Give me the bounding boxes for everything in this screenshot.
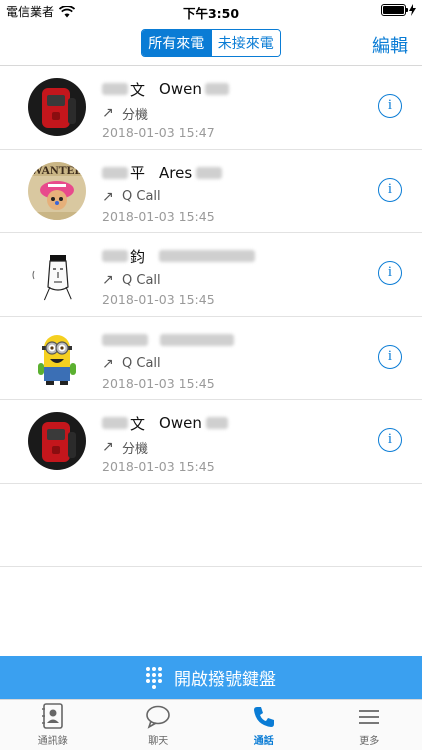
call-row[interactable]: 文 Owen ↗ 分機 2018-01-03 15:45 i xyxy=(0,400,422,484)
charging-icon xyxy=(409,4,416,16)
tab-label: 通訊錄 xyxy=(37,736,68,747)
call-timestamp: 2018-01-03 15:47 xyxy=(102,125,215,140)
redacted-text xyxy=(102,166,128,179)
info-icon[interactable]: i xyxy=(378,177,402,202)
avatar xyxy=(28,328,86,387)
call-row[interactable]: 文 Owen ↗ 分機 2018-01-03 15:47 i xyxy=(0,66,422,150)
red-phone-avatar-icon xyxy=(28,78,86,136)
tab-chat[interactable]: 聊天 xyxy=(106,700,212,750)
tab-label: 通話 xyxy=(253,736,274,747)
call-type-label: Q Call xyxy=(122,356,161,371)
outgoing-arrow-icon: ↗ xyxy=(102,439,114,455)
contact-name xyxy=(102,328,362,352)
phone-icon xyxy=(253,707,274,727)
info-icon[interactable]: i xyxy=(378,428,402,452)
contacts-icon xyxy=(41,703,63,729)
info-icon[interactable]: i xyxy=(378,261,402,285)
wanted-poster-avatar-icon: WANTED xyxy=(28,161,86,220)
redacted-text xyxy=(102,417,128,429)
call-type: ↗ Q Call xyxy=(102,269,362,291)
call-timestamp: 2018-01-03 15:45 xyxy=(102,459,215,474)
call-type: ↗ 分機 xyxy=(102,436,362,458)
call-timestamp: 2018-01-03 15:45 xyxy=(102,208,215,224)
call-type-label: Q Call xyxy=(122,272,161,288)
info-icon[interactable]: i xyxy=(378,344,402,369)
red-phone-avatar-icon xyxy=(28,412,86,470)
contact-name-english: Owen xyxy=(159,414,202,432)
avatar xyxy=(28,412,86,470)
call-row-text: 鈞 ↗ Q Call 2018-01-03 15:45 xyxy=(102,244,362,307)
tab-label: 更多 xyxy=(359,736,380,747)
call-type-label: 分機 xyxy=(122,441,149,457)
contact-name-chinese: 文 xyxy=(130,80,146,99)
tab-more[interactable]: 更多 xyxy=(317,700,422,750)
call-row[interactable]: ↗ Q Call 2018-01-03 15:45 i xyxy=(0,317,422,400)
battery-fill xyxy=(383,6,404,14)
minion-avatar-icon xyxy=(28,328,86,387)
contact-name: 鈞 xyxy=(102,244,362,268)
edit-button[interactable]: 編輯 xyxy=(372,32,408,58)
outgoing-arrow-icon: ↗ xyxy=(102,105,114,121)
outgoing-arrow-icon: ↗ xyxy=(102,272,114,288)
status-right xyxy=(381,4,416,16)
redacted-text xyxy=(102,250,128,262)
contact-name-english: Owen xyxy=(159,80,202,98)
outgoing-arrow-icon: ↗ xyxy=(102,355,114,372)
info-icon[interactable]: i xyxy=(378,94,402,118)
tab-contacts[interactable]: 通訊錄 xyxy=(0,700,106,750)
more-icon xyxy=(359,710,380,724)
segment-all-calls[interactable]: 所有來電 xyxy=(142,30,211,56)
chat-icon xyxy=(146,705,171,729)
call-type-label: Q Call xyxy=(122,189,161,204)
call-type: ↗ Q Call xyxy=(102,353,362,375)
open-keypad-label: 開啟撥號鍵盤 xyxy=(174,670,276,690)
status-time: 下午3:50 xyxy=(182,6,240,21)
contact-name: 文 Owen xyxy=(102,411,362,435)
tab-bar: 通訊錄 聊天 通話 更多 xyxy=(0,699,422,750)
call-type: ↗ 分機 xyxy=(102,102,362,124)
contact-name-chinese: 鈞 xyxy=(130,247,146,266)
svg-text:WANTED: WANTED xyxy=(31,163,84,177)
avatar: WANTED xyxy=(28,161,86,220)
outgoing-arrow-icon: ↗ xyxy=(102,188,114,205)
call-filter-segmented-control: 所有來電 未接來電 xyxy=(141,29,281,57)
contact-name-chinese: 平 xyxy=(130,164,146,182)
call-row-text: 平 Ares ↗ Q Call 2018-01-03 15:45 xyxy=(102,161,362,224)
avatar xyxy=(28,245,86,303)
contact-name-english: Ares xyxy=(159,163,193,182)
list-divider xyxy=(0,566,422,567)
call-row-text: ↗ Q Call 2018-01-03 15:45 xyxy=(102,328,362,391)
redacted-text xyxy=(102,83,128,95)
call-timestamp: 2018-01-03 15:45 xyxy=(102,375,215,391)
redacted-text xyxy=(204,83,229,95)
contact-name-chinese: 文 xyxy=(130,414,146,433)
nav-bar: 所有來電 未接來電 編輯 xyxy=(0,22,422,66)
call-row-text: 文 Owen ↗ 分機 2018-01-03 15:47 xyxy=(102,77,362,140)
redacted-text xyxy=(205,417,228,429)
redacted-text xyxy=(102,333,148,346)
call-list: 文 Owen ↗ 分機 2018-01-03 15:47 i WANTED 平 … xyxy=(0,66,422,484)
call-row[interactable]: 鈞 ↗ Q Call 2018-01-03 15:45 i xyxy=(0,233,422,317)
redacted-text xyxy=(159,250,256,262)
status-bar: 電信業者 下午3:50 xyxy=(0,0,422,22)
sketch-face-avatar-icon xyxy=(28,245,86,303)
contact-name: 平 Ares xyxy=(102,161,362,185)
redacted-text xyxy=(196,166,223,179)
keypad-icon xyxy=(146,666,162,689)
call-row[interactable]: WANTED 平 Ares ↗ Q Call 2018-01-03 15:45 … xyxy=(0,150,422,233)
battery-icon xyxy=(381,4,408,16)
contact-name: 文 Owen xyxy=(102,77,362,101)
call-type-label: 分機 xyxy=(122,107,149,123)
redacted-text xyxy=(160,333,234,346)
tab-label: 聊天 xyxy=(148,736,169,747)
segment-missed-calls[interactable]: 未接來電 xyxy=(210,30,280,56)
call-timestamp: 2018-01-03 15:45 xyxy=(102,292,215,307)
call-type: ↗ Q Call xyxy=(102,186,362,208)
tab-calls[interactable]: 通話 xyxy=(211,700,317,750)
open-keypad-button[interactable]: 開啟撥號鍵盤 xyxy=(0,656,422,699)
call-row-text: 文 Owen ↗ 分機 2018-01-03 15:45 xyxy=(102,411,362,474)
avatar xyxy=(28,78,86,136)
